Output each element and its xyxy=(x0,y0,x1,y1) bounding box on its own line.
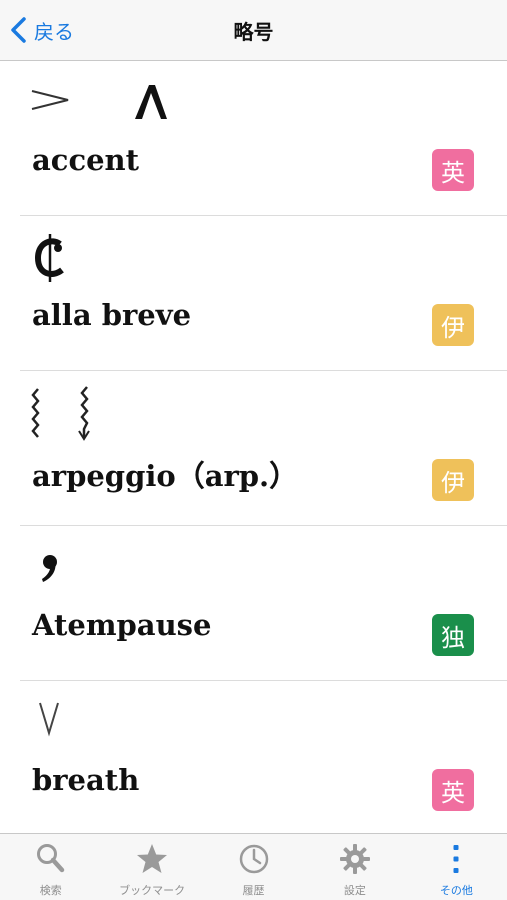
list-item-atempause[interactable]: Atempause 独 xyxy=(20,526,507,681)
symbol-area xyxy=(30,385,230,441)
language-badge: 独 xyxy=(432,614,474,656)
symbol-area xyxy=(30,75,230,127)
breath-comma-icon xyxy=(42,555,57,582)
language-badge: 伊 xyxy=(432,459,474,501)
arpeggio-icons xyxy=(31,386,90,441)
tab-label: 設定 xyxy=(343,884,366,897)
symbol-area xyxy=(30,230,230,282)
accent-icons xyxy=(31,85,167,119)
list-item-arpeggio[interactable]: arpeggio（arp.） 伊 xyxy=(20,371,507,526)
gear-icon xyxy=(339,844,370,874)
tab-settings[interactable]: 設定 xyxy=(304,834,405,900)
tab-history[interactable]: 履歴 xyxy=(203,834,304,900)
language-badge: 英 xyxy=(432,769,474,811)
symbol-area xyxy=(30,540,230,592)
clock-icon xyxy=(239,844,268,874)
tab-label: 検索 xyxy=(39,884,62,897)
navigation-bar: 戻る 略号 xyxy=(0,0,507,61)
term-label: breath xyxy=(32,763,140,797)
tab-label: ブックマーク xyxy=(119,884,186,897)
star-icon xyxy=(137,844,168,873)
tab-label: 履歴 xyxy=(242,884,265,897)
term-label: Atempause xyxy=(32,608,212,642)
tab-bar: 検索 ブックマーク 履歴 設定 その他 xyxy=(0,833,507,900)
tab-search[interactable]: 検索 xyxy=(0,834,101,900)
page-title: 略号 xyxy=(233,20,274,44)
term-label: accent xyxy=(32,143,140,177)
list-item-accent[interactable]: accent 英 xyxy=(20,61,507,216)
tab-more[interactable]: その他 xyxy=(406,834,507,900)
language-badge: 伊 xyxy=(432,304,474,346)
tab-bookmark[interactable]: ブックマーク xyxy=(101,834,202,900)
tab-label: その他 xyxy=(439,884,473,897)
abbreviation-list: accent 英 alla breve 伊 arpeggio（arp.） 伊 A… xyxy=(0,61,507,836)
term-label: alla breve xyxy=(32,298,192,332)
term-label: arpeggio（arp.） xyxy=(32,459,299,493)
list-item-breath[interactable]: breath 英 xyxy=(20,681,507,836)
language-badge: 英 xyxy=(432,149,474,191)
list-item-alla-breve[interactable]: alla breve 伊 xyxy=(20,216,507,371)
cut-time-icon xyxy=(34,234,64,282)
more-icon xyxy=(453,845,459,873)
breath-v-icon xyxy=(39,702,59,737)
symbol-area xyxy=(30,695,230,747)
search-icon xyxy=(36,844,64,873)
